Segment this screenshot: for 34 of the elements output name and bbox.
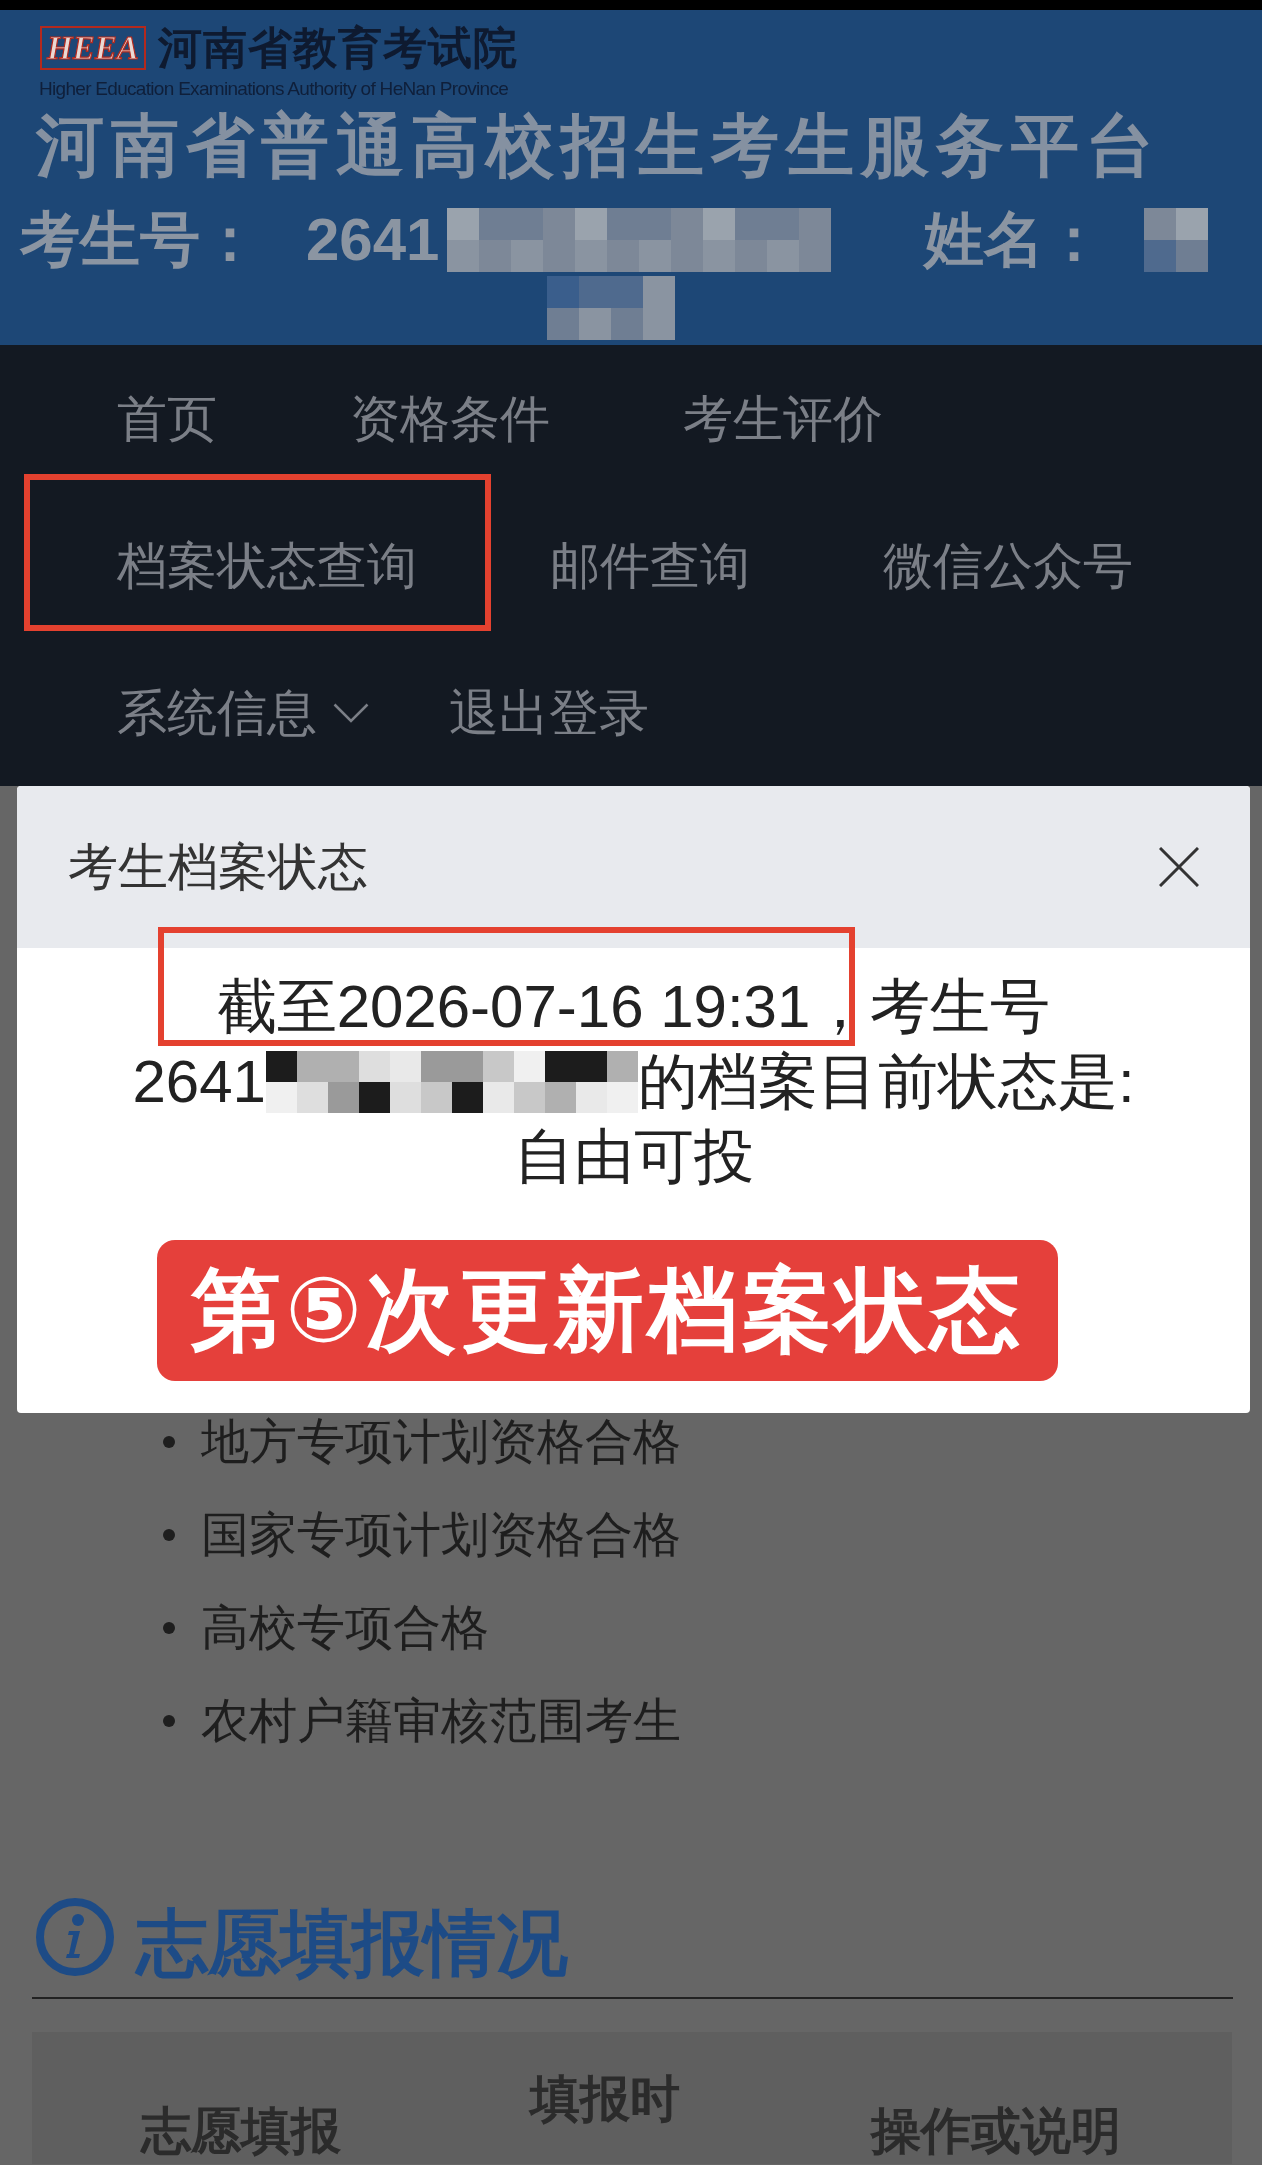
bullet-icon [163, 1436, 175, 1448]
nav-link[interactable]: 系统信息 [117, 682, 369, 743]
bullet-icon [163, 1622, 175, 1634]
nav-link[interactable]: 微信公众号 [883, 535, 1133, 596]
nav-link[interactable]: 邮件查询 [550, 535, 750, 596]
nav-link[interactable]: 考生评价 [683, 388, 883, 449]
message-text: 截至2026-07-16 19:31， [216, 971, 871, 1042]
name-label: 姓名： [924, 208, 1105, 272]
qualification-text: 农村户籍审核范围考生 [201, 1693, 681, 1749]
nav-link[interactable]: 资格条件 [350, 388, 550, 449]
site-title: 河南省普通高校招生考生服务平台 [34, 106, 1161, 184]
close-icon [1159, 847, 1199, 887]
nav-link[interactable]: 档案状态查询 [117, 535, 417, 596]
dialog-title: 考生档案状态 [68, 838, 368, 897]
qualification-text: 国家专项计划资格合格 [201, 1507, 681, 1563]
section-heading: 志愿填报情况 [136, 1903, 568, 1983]
nav-link[interactable]: 退出登录 [449, 682, 649, 743]
logo-name: 河南省教育考试院 [157, 24, 518, 72]
logo-mark: HEEA [40, 26, 146, 70]
message-text: 考生号 [870, 971, 1051, 1042]
message-text: 2641 [132, 1046, 266, 1117]
message-text: 自由可投 [513, 1121, 754, 1192]
exam-number-value: 2641 [306, 208, 440, 272]
bullet-icon [163, 1715, 175, 1727]
close-button[interactable] [1159, 847, 1199, 887]
message-text: 的档案目前状态是: [637, 1046, 1135, 1117]
qualification-text: 高校专项合格 [201, 1600, 489, 1656]
logo-english-name: Higher Education Examinations Authority of HeNan Province [38, 78, 509, 100]
info-icon [36, 1898, 114, 1976]
exam-number-label: 考生号： [20, 208, 260, 272]
nav-link[interactable]: 首页 [117, 388, 217, 449]
bullet-icon [163, 1529, 175, 1541]
caption-banner: 第⑤次更新档案状态 [157, 1240, 1058, 1381]
qualification-text: 地方专项计划资格合格 [201, 1414, 681, 1470]
